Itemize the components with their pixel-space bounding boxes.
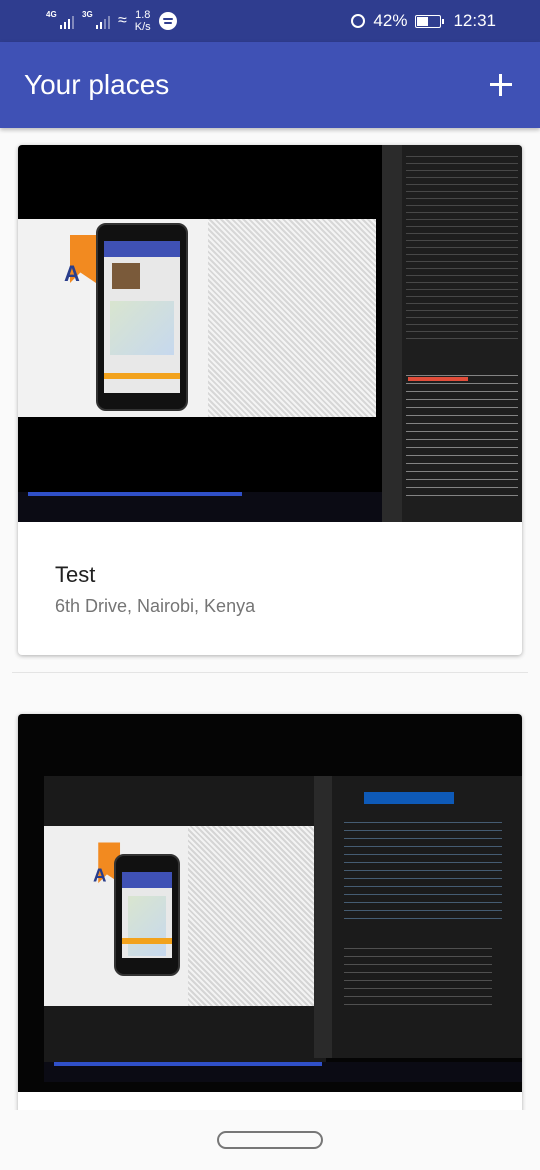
place-title: Test [55,562,96,587]
logo-letter: A [93,864,107,886]
signal-icon-2: 3G [82,10,110,29]
status-bar: 4G 3G ≈ 1.8 K/s 42% 12:31 [0,0,540,42]
phone-image [114,854,180,976]
code-editor-image [314,776,522,1058]
code-editor-image [382,145,522,522]
card-body [18,1092,522,1110]
data-speed: 1.8 K/s [135,9,151,33]
add-place-button[interactable] [486,70,516,100]
place-card[interactable]: A [18,714,522,1110]
app-bar: Your places [0,42,540,128]
signal-icon: 4G [46,10,74,29]
taskbar-image [44,1062,522,1082]
system-nav-bar [0,1110,540,1170]
divider [12,672,528,673]
status-right: 42% 12:31 [351,11,496,31]
speed-unit: K/s [134,21,151,33]
battery-icon [415,14,445,28]
alarm-icon [351,14,366,28]
home-gesture-pill[interactable] [217,1131,323,1149]
page-title: Your places [24,69,170,100]
network-type-2: 3G [82,10,93,19]
speed-value: 1.8 [135,9,151,21]
photo-moire [208,219,376,417]
place-card[interactable]: A Test 6th Drive, Nairobi, Kenya [18,145,522,655]
logo-letter: A [64,261,80,286]
network-type-1: 4G [46,10,57,19]
card-body: Test 6th Drive, Nairobi, Kenya [18,522,522,617]
status-left: 4G 3G ≈ 1.8 K/s [46,9,177,33]
clock: 12:31 [453,11,496,30]
spotify-icon [158,12,177,30]
photo-moire [188,826,326,1006]
place-image: A [18,145,522,522]
taskbar-image [18,492,382,522]
places-list[interactable]: A Test 6th Drive, Nairobi, Kenya A [0,128,540,1110]
phone-image [96,223,188,411]
wifi-icon: ≈ [118,12,127,29]
place-address: 6th Drive, Nairobi, Kenya [55,596,256,616]
place-image: A [18,714,522,1092]
battery-percent: 42% [373,11,408,30]
